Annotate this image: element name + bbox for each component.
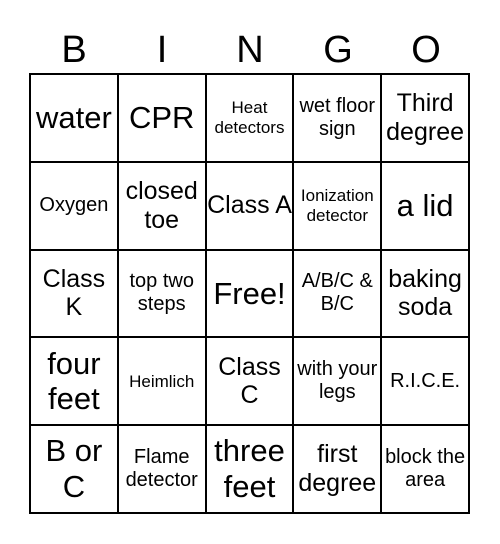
bingo-cell[interactable]: block the area — [381, 425, 469, 513]
bingo-cell[interactable]: a lid — [381, 161, 469, 250]
bingo-cell[interactable]: Class K — [30, 249, 118, 338]
bingo-cell[interactable]: four feet — [30, 337, 118, 426]
bingo-cell[interactable]: Flame detector — [117, 425, 206, 513]
header-letter: N — [236, 29, 264, 71]
header-letter: G — [323, 29, 353, 71]
bingo-cell[interactable]: baking soda — [381, 249, 469, 338]
bingo-cell[interactable]: water — [30, 74, 118, 162]
bingo-cell[interactable]: three feet — [205, 425, 294, 513]
bingo-cell[interactable]: closed toe — [117, 161, 206, 250]
bingo-cell[interactable]: with your legs — [293, 337, 382, 426]
bingo-cell[interactable]: top two steps — [117, 249, 206, 338]
bingo-cell[interactable]: CPR — [117, 74, 206, 162]
bingo-cell[interactable]: Oxygen — [30, 161, 118, 250]
bingo-cell[interactable]: first degree — [293, 425, 382, 513]
bingo-cell[interactable]: wet floor sign — [293, 74, 382, 162]
bingo-cell[interactable]: Class C — [205, 337, 294, 426]
bingo-cell[interactable]: Heat detectors — [205, 74, 294, 162]
bingo-cell[interactable]: Heimlich — [117, 337, 206, 426]
bingo-header: B I N G O — [30, 28, 470, 72]
bingo-cell[interactable]: B or C — [30, 425, 118, 513]
header-letter: I — [156, 29, 168, 71]
bingo-cell[interactable]: Ionization detector — [293, 161, 382, 250]
bingo-cell[interactable]: Third degree — [381, 74, 469, 162]
bingo-cell[interactable]: A/B/C & B/C — [293, 249, 382, 338]
bingo-grid: water CPR Heat detectors wet floor sign Thir… — [29, 73, 470, 514]
bingo-cell[interactable]: Free! — [205, 249, 294, 338]
header-letter: B — [61, 29, 87, 71]
bingo-cell[interactable]: Class A — [205, 161, 294, 250]
header-letter: O — [411, 29, 441, 71]
bingo-cell[interactable]: R.I.C.E. — [381, 337, 469, 426]
